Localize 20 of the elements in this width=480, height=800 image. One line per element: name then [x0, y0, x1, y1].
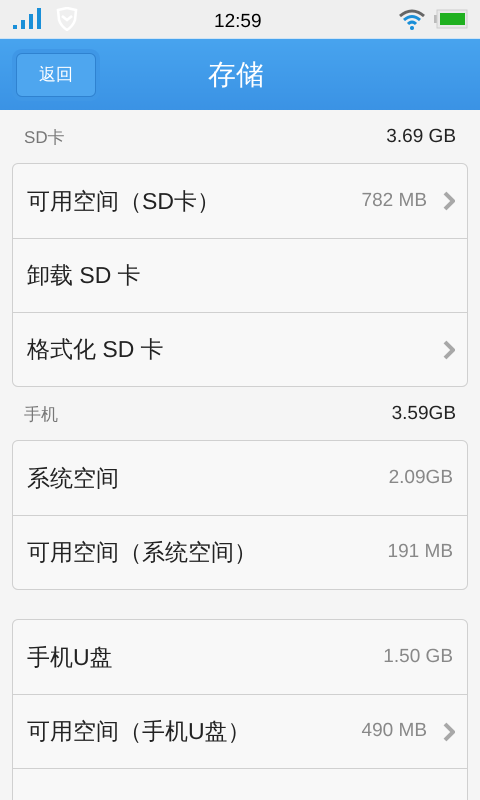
row-label[interactable]: 格式化 SD 卡	[27, 332, 164, 367]
clock-time: 12:59	[214, 10, 262, 34]
row-value: 490 MB	[362, 719, 427, 744]
row-label[interactable]: 可用空间（系统空间）	[27, 535, 257, 570]
row-value: 2.09GB	[388, 466, 453, 490]
section-label: SD卡	[24, 126, 65, 149]
section-total: 3.69 GB	[386, 125, 456, 150]
battery-icon	[434, 9, 468, 29]
row-label[interactable]: 可用空间（手机U盘）	[27, 714, 251, 749]
row-value: 1.50 GB	[383, 644, 453, 669]
row-label[interactable]: 可用空间（SD卡）	[27, 184, 220, 218]
row-value: 191 MB	[388, 540, 453, 564]
section-total: 3.59GB	[392, 402, 456, 426]
row-value: 782 MB	[362, 188, 427, 213]
wifi-icon	[398, 8, 426, 30]
row-label[interactable]: 手机U盘	[27, 640, 113, 674]
page-title: 存储	[208, 58, 264, 92]
section-label: 手机	[24, 404, 58, 426]
row-label[interactable]: 系统空间	[27, 460, 119, 496]
row-label[interactable]: 卸载 SD 卡	[27, 258, 141, 293]
